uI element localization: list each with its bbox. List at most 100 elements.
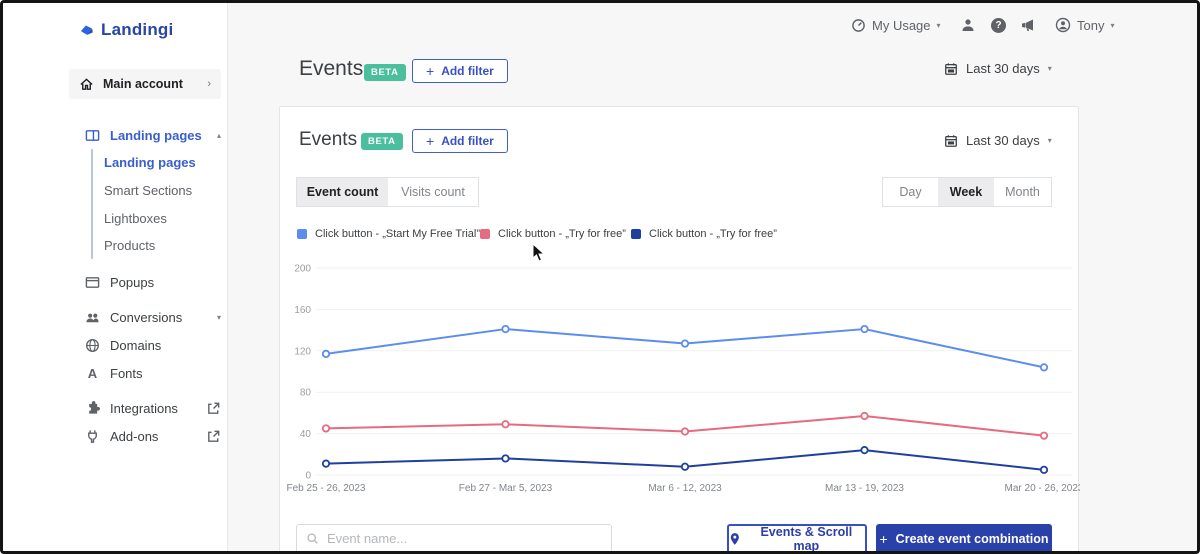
megaphone-icon [1022, 19, 1033, 31]
legend-label: Click button - „Start My Free Trial” [315, 228, 481, 240]
chevron-down-icon: ▾ [1110, 20, 1115, 30]
popups-label: Popups [110, 274, 155, 290]
svg-text:80: 80 [300, 388, 312, 399]
conversions-label: Conversions [110, 309, 183, 325]
add-filter-label: Add filter [441, 64, 494, 78]
landing-pages-group-label: Landing pages [110, 127, 202, 143]
date-range-picker[interactable]: Last 30 days ▾ [944, 61, 1052, 76]
subnav-label: Products [104, 237, 156, 253]
home-icon [80, 77, 93, 90]
app-window: Landingi Main account › Landing pages ▴ … [0, 0, 1200, 554]
svg-text:0: 0 [305, 471, 311, 482]
events-chart[interactable]: 0 40 80 120 160 200 Feb 25 - 26, 2023 Feb 27 - … [280, 257, 1080, 502]
sidebar-item-landing-pages-group[interactable]: Landing pages ▴ [85, 126, 221, 144]
subnav-label: Lightboxes [104, 210, 167, 226]
add-filter-button[interactable]: + Add filter [412, 129, 508, 153]
plus-icon: + [426, 133, 435, 149]
add-filter-button[interactable]: + Add filter [412, 59, 508, 83]
tab-event-count[interactable]: Event count [296, 177, 389, 207]
user-menu[interactable]: Tony ▾ [1055, 16, 1114, 34]
subnav-label: Landing pages [104, 154, 196, 170]
user-circle-icon [1055, 17, 1071, 33]
legend-swatch [297, 229, 307, 239]
legend-item[interactable]: Click button - „Start My Free Trial” [297, 228, 480, 240]
plus-icon: + [879, 531, 888, 547]
panel-title: Events [299, 129, 358, 150]
sidebar-item-lightboxes[interactable]: Lightboxes [104, 210, 221, 226]
add-ons-label: Add-ons [110, 428, 159, 444]
subnav-label: Smart Sections [104, 182, 193, 198]
announcements-button[interactable] [1020, 16, 1036, 34]
legend-label: Click button - „Try for free” [498, 228, 626, 240]
create-event-combination-label: Create event combination [895, 532, 1049, 546]
svg-text:Feb 27 - Mar 5, 2023: Feb 27 - Mar 5, 2023 [459, 483, 553, 494]
beta-badge: BETA [364, 64, 406, 81]
help-icon: ? [991, 17, 1006, 33]
domains-label: Domains [110, 337, 162, 353]
gauge-icon [852, 18, 865, 32]
chevron-right-icon: › [207, 78, 211, 90]
svg-text:Mar 6 - 12, 2023: Mar 6 - 12, 2023 [648, 483, 722, 494]
mouse-cursor [532, 243, 546, 262]
granularity-month[interactable]: Month [994, 177, 1052, 207]
date-range-label: Last 30 days [966, 61, 1040, 76]
calendar-icon [945, 62, 957, 75]
integrations-icon [89, 400, 100, 414]
events-scroll-map-label: Events & Scroll map [760, 525, 853, 553]
map-pin-icon [730, 533, 739, 545]
my-usage-menu[interactable]: My Usage ▾ [851, 16, 941, 34]
domains-icon [86, 338, 99, 352]
svg-text:Mar 20 - 26, 2023: Mar 20 - 26, 2023 [1005, 483, 1080, 494]
main-account-label: Main account [103, 77, 183, 91]
legend-swatch [480, 229, 490, 239]
search-icon [307, 533, 318, 544]
legend-item[interactable]: Click button - „Try for free” [480, 228, 626, 240]
external-link-icon [208, 430, 220, 442]
date-range-picker[interactable]: Last 30 days ▾ [944, 133, 1052, 148]
svg-text:160: 160 [294, 305, 311, 316]
events-panel: Events BETA + Add filter Last 30 days ▾ … [279, 106, 1080, 553]
help-button[interactable]: ? [991, 16, 1006, 34]
event-name-input[interactable] [327, 531, 602, 546]
legend-swatch [631, 229, 641, 239]
legend-label: Click button - „Try for free” [649, 228, 777, 240]
event-search-field[interactable] [296, 524, 612, 551]
logo[interactable]: Landingi [79, 20, 173, 40]
landing-pages-icon [85, 129, 100, 141]
plus-icon: + [426, 63, 435, 79]
tab-visits-count[interactable]: Visits count [388, 177, 479, 207]
conversions-icon [86, 313, 99, 322]
add-filter-label: Add filter [441, 134, 494, 148]
chevron-down-icon: ▾ [216, 312, 221, 322]
calendar-icon [945, 134, 957, 147]
beta-badge: BETA [361, 133, 403, 150]
sidebar-item-smart-sections[interactable]: Smart Sections [104, 182, 221, 198]
sidebar-item-add-ons[interactable]: Add-ons [85, 427, 221, 445]
sidebar-item-popups[interactable]: Popups [85, 273, 221, 291]
sidebar-item-integrations[interactable]: Integrations [85, 399, 221, 417]
sidebar-item-main-account[interactable]: Main account › [69, 69, 221, 99]
events-scroll-map-button[interactable]: Events & Scroll map [727, 524, 867, 553]
sidebar-item-products[interactable]: Products [104, 237, 221, 253]
user-name: Tony [1077, 17, 1105, 33]
my-usage-label: My Usage [872, 17, 931, 33]
sidebar-item-fonts[interactable]: A Fonts [85, 364, 221, 382]
referral-button[interactable] [960, 16, 976, 34]
svg-text:40: 40 [300, 429, 312, 440]
svg-text:200: 200 [294, 264, 311, 275]
granularity-day[interactable]: Day [882, 177, 939, 207]
sidebar-item-domains[interactable]: Domains [85, 336, 221, 354]
chevron-up-icon: ▴ [216, 130, 221, 140]
date-range-label: Last 30 days [966, 133, 1040, 148]
fonts-label: Fonts [110, 365, 143, 381]
svg-text:Feb 25 - 26, 2023: Feb 25 - 26, 2023 [287, 483, 366, 494]
svg-text:Mar 13 - 19, 2023: Mar 13 - 19, 2023 [825, 483, 904, 494]
granularity-week[interactable]: Week [938, 177, 995, 207]
sidebar-item-conversions[interactable]: Conversions ▾ [85, 308, 221, 326]
create-event-combination-button[interactable]: + Create event combination [876, 524, 1052, 551]
legend-item[interactable]: Click button - „Try for free” [631, 228, 777, 240]
sidebar-item-landing-pages[interactable]: Landing pages [104, 154, 221, 170]
person-icon [962, 19, 974, 31]
page-title: Events [299, 57, 364, 80]
fonts-icon: A [87, 365, 98, 381]
